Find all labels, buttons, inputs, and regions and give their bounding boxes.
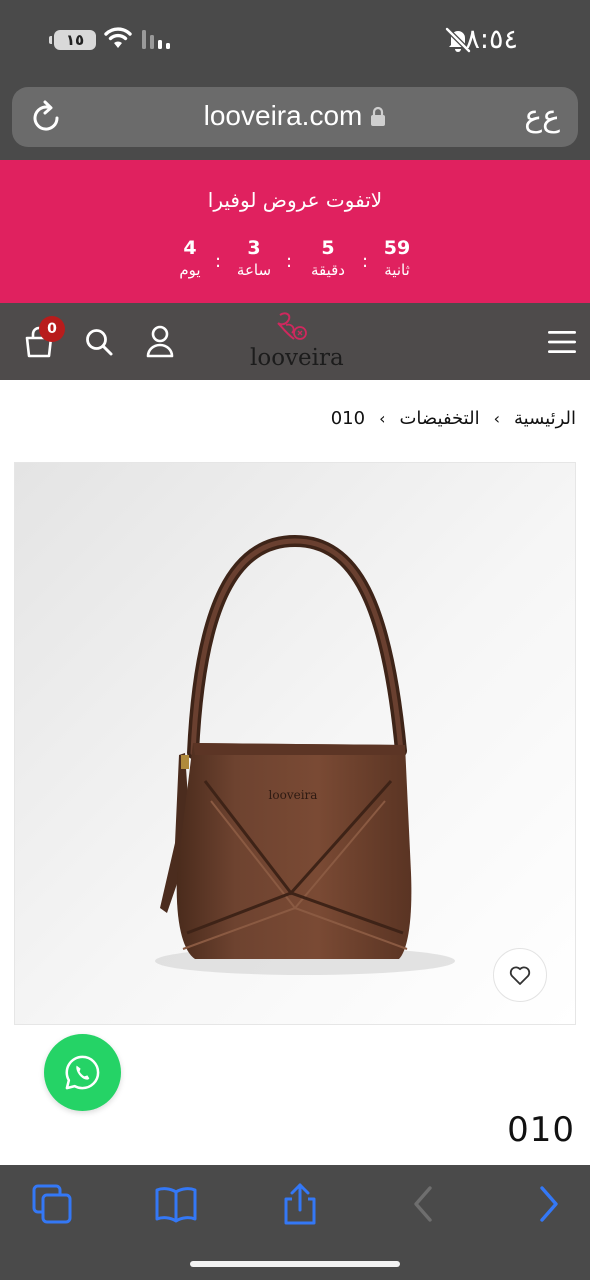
home-indicator bbox=[190, 1261, 400, 1267]
breadcrumb-sales[interactable]: التخفيضات bbox=[399, 408, 479, 429]
bag-logo-text: looveira bbox=[269, 788, 318, 802]
wishlist-button[interactable] bbox=[493, 948, 547, 1002]
tabs-icon[interactable] bbox=[30, 1182, 74, 1226]
cart-count-badge: 0 bbox=[39, 316, 65, 342]
url-display[interactable]: looveira.com bbox=[12, 100, 578, 132]
site-logo[interactable]: looveira bbox=[250, 311, 344, 377]
status-bar: ١٥ ٨:٥٤ bbox=[0, 0, 590, 80]
timer-minutes: 5 دقيقة bbox=[293, 237, 363, 279]
share-icon[interactable] bbox=[278, 1182, 322, 1226]
cellular-signal-icon bbox=[142, 30, 170, 49]
address-bar[interactable]: looveira.com ﻉﻉ bbox=[12, 87, 578, 147]
search-icon[interactable] bbox=[84, 327, 114, 357]
timer-days: 4 يوم bbox=[155, 237, 225, 279]
whatsapp-chat-button[interactable] bbox=[44, 1034, 121, 1111]
breadcrumb: الرئيسية › التخفيضات › 010 bbox=[331, 408, 576, 429]
timer-seconds-value: 59 bbox=[383, 237, 411, 259]
timer-hours-label: ساعة bbox=[236, 261, 272, 279]
timer-seconds: 59 ثانية bbox=[362, 237, 432, 279]
whatsapp-icon bbox=[65, 1055, 100, 1090]
breadcrumb-current: 010 bbox=[330, 408, 366, 429]
browser-toolbar bbox=[0, 1165, 590, 1280]
back-icon[interactable] bbox=[402, 1182, 446, 1226]
timer-seconds-label: ثانية bbox=[384, 261, 410, 279]
timer-minutes-value: 5 bbox=[321, 237, 335, 259]
battery-indicator: ١٥ bbox=[49, 30, 96, 50]
site-header: 0 looveira bbox=[0, 303, 590, 380]
logo-mark-icon bbox=[277, 312, 307, 340]
wifi-icon bbox=[104, 27, 132, 48]
logo-text: looveira bbox=[250, 345, 344, 371]
bookmarks-icon[interactable] bbox=[154, 1182, 198, 1226]
timer-hours-value: 3 bbox=[247, 237, 261, 259]
handbag-photo: looveira bbox=[15, 463, 575, 1024]
hamburger-menu-icon[interactable] bbox=[548, 330, 576, 354]
heart-icon bbox=[509, 966, 531, 985]
timer-minutes-label: دقيقة bbox=[310, 261, 345, 279]
url-text: looveira.com bbox=[203, 100, 363, 131]
product-title: 010 bbox=[507, 1110, 575, 1150]
forward-icon[interactable] bbox=[528, 1182, 572, 1226]
timer-days-value: 4 bbox=[183, 237, 197, 259]
status-time: ٨:٥٤ bbox=[465, 24, 518, 55]
browser-top-chrome: ١٥ ٨:٥٤ looveira.com ﻉﻉ bbox=[0, 0, 590, 160]
breadcrumb-home[interactable]: الرئيسية bbox=[514, 408, 576, 429]
account-icon[interactable] bbox=[145, 325, 175, 358]
countdown-timer: 59 ثانية : 5 دقيقة : 3 ساعة : 4 يوم bbox=[0, 237, 590, 293]
timer-hours: 3 ساعة bbox=[219, 237, 289, 279]
promo-title: لاتفوت عروض لوفيرا bbox=[207, 188, 383, 212]
product-image[interactable]: looveira bbox=[14, 462, 576, 1025]
chevron-right-icon: › bbox=[379, 409, 386, 428]
promo-banner: لاتفوت عروض لوفيرا 59 ثانية : 5 دقيقة : … bbox=[0, 160, 590, 303]
lock-icon bbox=[371, 106, 386, 126]
page-settings-button[interactable]: ﻉﻉ bbox=[524, 99, 560, 134]
chevron-right-icon: › bbox=[493, 409, 500, 428]
timer-days-label: يوم bbox=[179, 261, 201, 279]
